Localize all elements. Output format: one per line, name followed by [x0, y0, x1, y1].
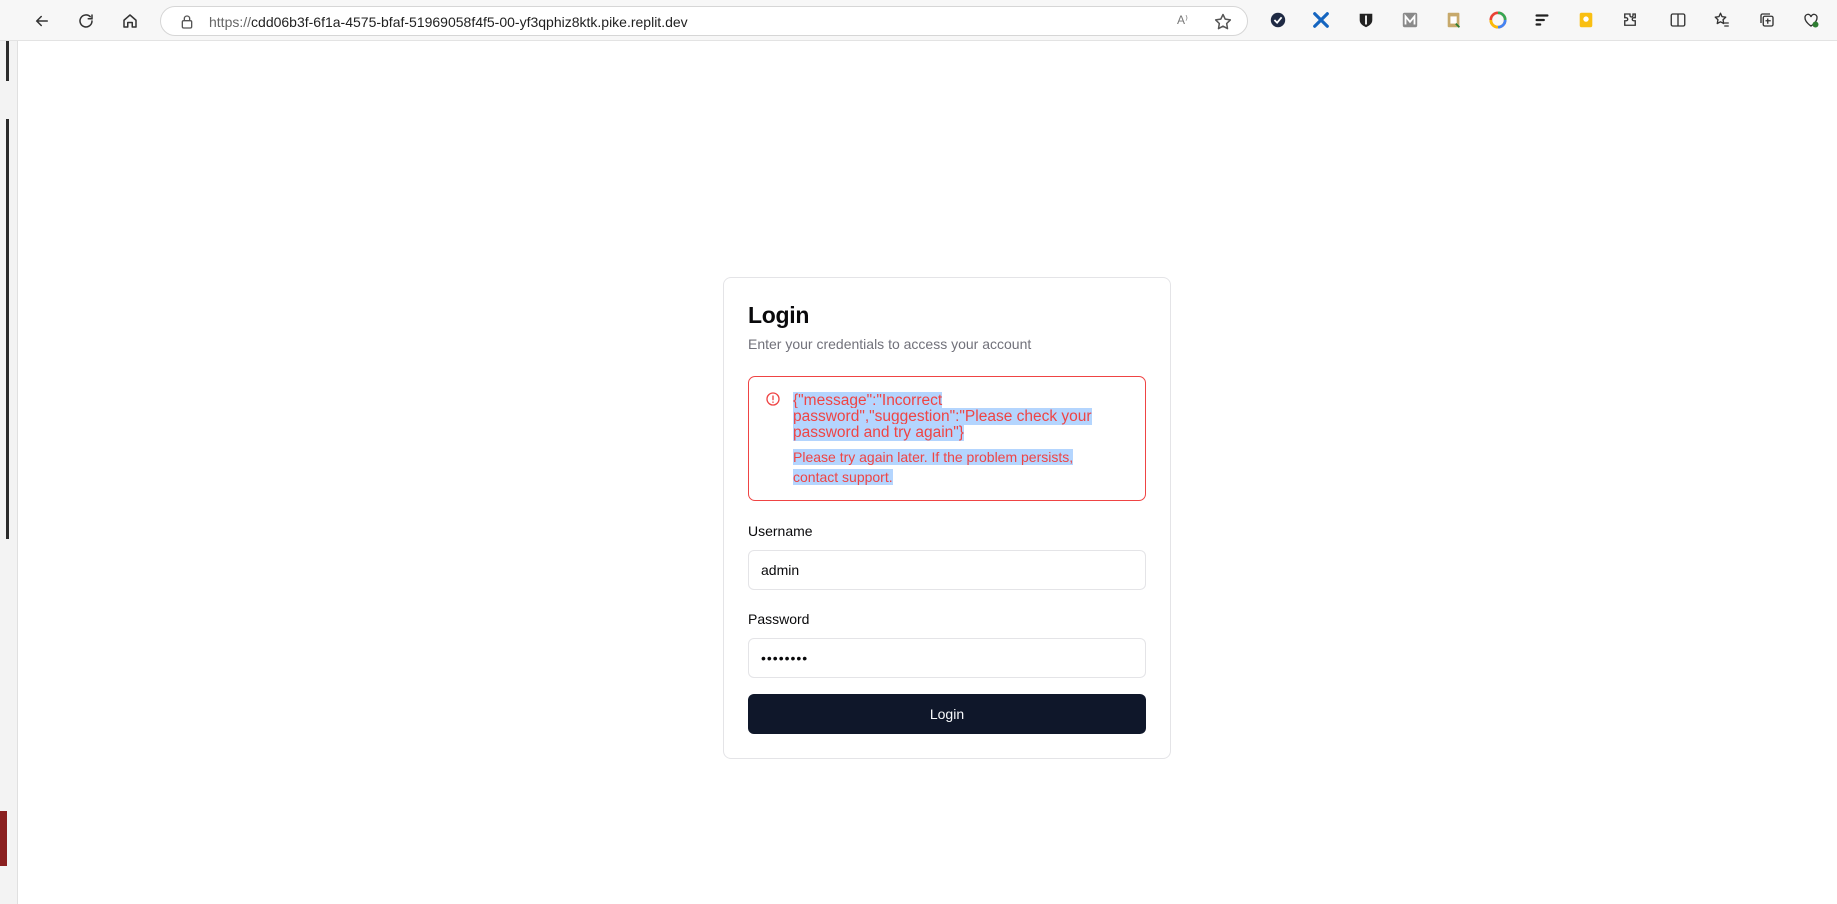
username-input[interactable]: admin [748, 550, 1146, 590]
favorite-star-icon[interactable] [1213, 12, 1233, 32]
extension-color-wheel-icon[interactable] [1488, 10, 1508, 30]
home-button[interactable] [115, 7, 145, 35]
alert-circle-icon [766, 392, 780, 406]
error-alert: {"message":"Incorrect password","suggest… [748, 376, 1146, 501]
arrow-left-icon [35, 15, 48, 27]
performance-heart-icon[interactable] [1801, 10, 1821, 30]
favorites-icon[interactable] [1712, 10, 1732, 30]
login-card: Login Enter your credentials to access y… [723, 277, 1171, 759]
reload-icon [79, 14, 93, 28]
lock-icon[interactable] [179, 14, 195, 30]
error-description: Please try again later. If the problem p… [793, 449, 1074, 485]
read-aloud-icon[interactable]: A⁾ [1177, 13, 1195, 31]
left-window-edge [0, 41, 18, 904]
back-button[interactable] [27, 7, 57, 35]
home-icon [123, 14, 137, 28]
extension-sheet-icon[interactable] [1444, 10, 1464, 30]
extension-shield-icon[interactable] [1356, 10, 1376, 30]
extension-keep-icon[interactable] [1576, 10, 1596, 30]
collections-icon[interactable] [1757, 10, 1777, 30]
username-label: Username [748, 523, 813, 539]
extension-m-icon[interactable] [1400, 10, 1420, 30]
extension-bars-icon[interactable] [1532, 10, 1552, 30]
extensions-puzzle-icon[interactable] [1620, 10, 1640, 30]
error-title: {"message":"Incorrect password","suggest… [793, 392, 1092, 441]
extension-check-icon[interactable] [1268, 10, 1288, 30]
password-label: Password [748, 611, 810, 627]
card-title: Login [748, 302, 810, 328]
login-button[interactable]: Login [748, 694, 1146, 734]
card-subtitle: Enter your credentials to access your ac… [748, 336, 1032, 352]
url-text[interactable]: https://cdd06b3f-6f1a-4575-bfaf-51969058… [209, 14, 688, 30]
reload-button[interactable] [71, 7, 101, 35]
split-screen-icon[interactable] [1668, 10, 1688, 30]
address-bar[interactable]: https://cdd06b3f-6f1a-4575-bfaf-51969058… [160, 6, 1248, 36]
browser-toolbar: https://cdd06b3f-6f1a-4575-bfaf-51969058… [0, 0, 1837, 41]
password-input[interactable]: •••••••• [748, 638, 1146, 678]
extension-x-icon[interactable] [1311, 10, 1331, 30]
